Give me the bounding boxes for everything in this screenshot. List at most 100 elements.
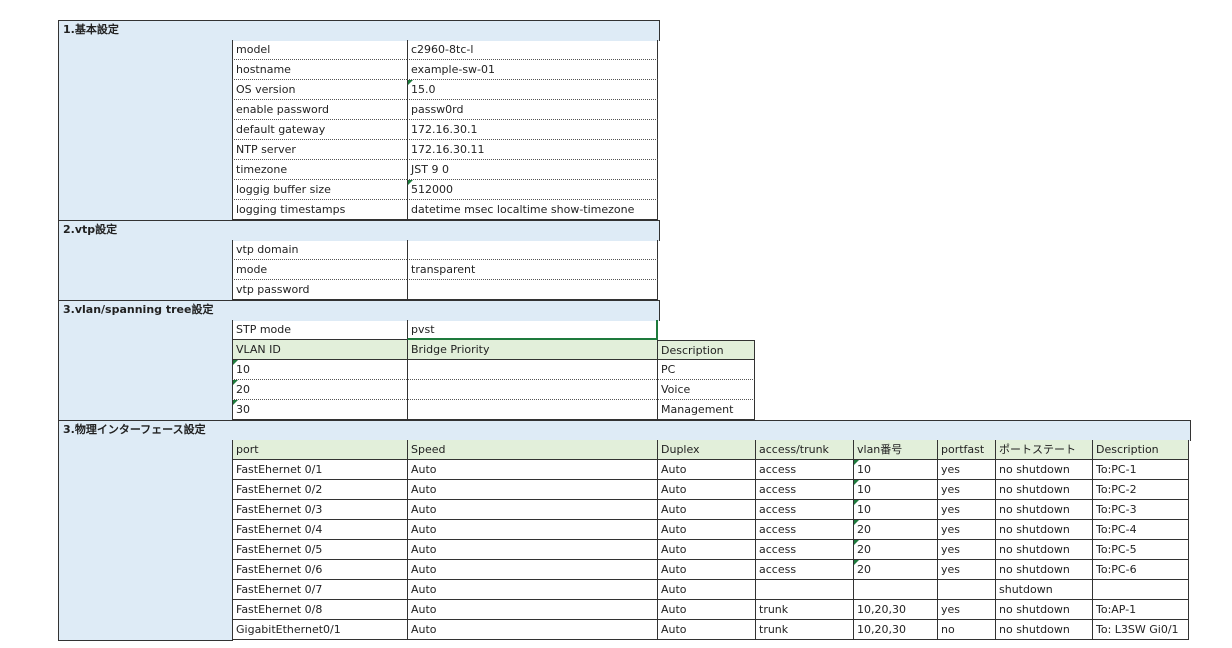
iface-cell[interactable]: Auto: [407, 540, 657, 560]
iface-cell[interactable]: GigabitEthernet0/1: [232, 620, 407, 640]
iface-cell[interactable]: access: [755, 500, 853, 520]
basic-value-cell[interactable]: JST 9 0: [407, 160, 658, 180]
iface-cell[interactable]: To:PC-2: [1092, 480, 1189, 500]
iface-cell[interactable]: shutdown: [995, 580, 1092, 600]
iface-cell[interactable]: yes: [937, 520, 995, 540]
basic-value-cell[interactable]: 512000: [407, 180, 658, 200]
iface-cell[interactable]: yes: [937, 540, 995, 560]
iface-cell[interactable]: Auto: [657, 580, 755, 600]
iface-cell[interactable]: Auto: [407, 480, 657, 500]
basic-key-cell[interactable]: NTP server: [232, 140, 407, 160]
stp-mode-value[interactable]: pvst: [407, 320, 658, 340]
iface-cell[interactable]: access: [755, 460, 853, 480]
vtp-key-cell[interactable]: vtp domain: [232, 240, 407, 260]
iface-cell[interactable]: no shutdown: [995, 560, 1092, 580]
iface-cell[interactable]: To:PC-4: [1092, 520, 1189, 540]
iface-cell[interactable]: Auto: [407, 500, 657, 520]
iface-cell[interactable]: Auto: [657, 560, 755, 580]
iface-cell[interactable]: trunk: [755, 620, 853, 640]
basic-key-cell[interactable]: enable password: [232, 100, 407, 120]
iface-cell[interactable]: 10,20,30: [853, 620, 937, 640]
iface-cell[interactable]: Auto: [657, 620, 755, 640]
stp-description-cell[interactable]: Voice: [657, 380, 755, 400]
iface-cell[interactable]: no shutdown: [995, 500, 1092, 520]
iface-cell[interactable]: To:PC-1: [1092, 460, 1189, 480]
iface-cell[interactable]: Auto: [657, 520, 755, 540]
stp-description-cell[interactable]: PC: [657, 360, 755, 380]
iface-cell[interactable]: FastEhernet 0/7: [232, 580, 407, 600]
iface-cell[interactable]: yes: [937, 500, 995, 520]
iface-cell[interactable]: Auto: [407, 600, 657, 620]
iface-cell[interactable]: FastEhernet 0/3: [232, 500, 407, 520]
iface-cell[interactable]: access: [755, 540, 853, 560]
iface-cell[interactable]: 10: [853, 480, 937, 500]
basic-key-cell[interactable]: OS version: [232, 80, 407, 100]
iface-cell[interactable]: no shutdown: [995, 600, 1092, 620]
iface-header-cell[interactable]: Description: [1092, 440, 1189, 460]
iface-cell[interactable]: no shutdown: [995, 540, 1092, 560]
iface-cell[interactable]: [755, 580, 853, 600]
iface-cell[interactable]: no shutdown: [995, 620, 1092, 640]
iface-cell[interactable]: Auto: [407, 460, 657, 480]
stp-priority-cell[interactable]: [407, 380, 657, 400]
iface-cell[interactable]: To:PC-5: [1092, 540, 1189, 560]
basic-key-cell[interactable]: hostname: [232, 60, 407, 80]
iface-cell[interactable]: 20: [853, 560, 937, 580]
iface-cell[interactable]: FastEhernet 0/6: [232, 560, 407, 580]
iface-cell[interactable]: To: L3SW Gi0/1: [1092, 620, 1189, 640]
iface-cell[interactable]: [1092, 580, 1189, 600]
vtp-value-cell[interactable]: [407, 280, 658, 300]
stp-vlan-id-cell[interactable]: 30: [232, 400, 407, 420]
iface-cell[interactable]: access: [755, 560, 853, 580]
stp-description-cell[interactable]: Management: [657, 400, 755, 420]
stp-vlan-id-cell[interactable]: 20: [232, 380, 407, 400]
iface-cell[interactable]: To:PC-3: [1092, 500, 1189, 520]
iface-cell[interactable]: 10,20,30: [853, 600, 937, 620]
iface-cell[interactable]: FastEhernet 0/5: [232, 540, 407, 560]
basic-value-cell[interactable]: datetime msec localtime show-timezone: [407, 200, 658, 220]
iface-cell[interactable]: Auto: [407, 580, 657, 600]
iface-cell[interactable]: 10: [853, 500, 937, 520]
basic-key-cell[interactable]: model: [232, 40, 407, 60]
vtp-value-cell[interactable]: transparent: [407, 260, 658, 280]
iface-cell[interactable]: FastEhernet 0/1: [232, 460, 407, 480]
stp-header-cell[interactable]: Bridge Priority: [407, 340, 657, 360]
iface-cell[interactable]: Auto: [657, 600, 755, 620]
iface-cell[interactable]: no shutdown: [995, 520, 1092, 540]
stp-priority-cell[interactable]: [407, 360, 657, 380]
iface-cell[interactable]: yes: [937, 600, 995, 620]
iface-cell[interactable]: yes: [937, 480, 995, 500]
iface-cell[interactable]: Auto: [657, 500, 755, 520]
stp-header-cell[interactable]: Description: [657, 340, 755, 360]
iface-cell[interactable]: Auto: [407, 560, 657, 580]
iface-header-cell[interactable]: vlan番号: [853, 440, 937, 460]
iface-cell[interactable]: FastEhernet 0/2: [232, 480, 407, 500]
iface-cell[interactable]: Auto: [407, 520, 657, 540]
iface-cell[interactable]: no shutdown: [995, 480, 1092, 500]
iface-cell[interactable]: FastEhernet 0/8: [232, 600, 407, 620]
iface-cell[interactable]: FastEhernet 0/4: [232, 520, 407, 540]
iface-cell[interactable]: To:PC-6: [1092, 560, 1189, 580]
iface-cell[interactable]: yes: [937, 460, 995, 480]
basic-value-cell[interactable]: c2960-8tc-l: [407, 40, 658, 60]
basic-value-cell[interactable]: example-sw-01: [407, 60, 658, 80]
iface-cell[interactable]: access: [755, 520, 853, 540]
basic-value-cell[interactable]: 15.0: [407, 80, 658, 100]
basic-key-cell[interactable]: default gateway: [232, 120, 407, 140]
iface-cell[interactable]: no: [937, 620, 995, 640]
stp-header-cell[interactable]: VLAN ID: [232, 340, 407, 360]
basic-value-cell[interactable]: passw0rd: [407, 100, 658, 120]
stp-vlan-id-cell[interactable]: 10: [232, 360, 407, 380]
iface-cell[interactable]: trunk: [755, 600, 853, 620]
iface-cell[interactable]: 10: [853, 460, 937, 480]
basic-value-cell[interactable]: 172.16.30.1: [407, 120, 658, 140]
iface-header-cell[interactable]: portfast: [937, 440, 995, 460]
basic-key-cell[interactable]: logging timestamps: [232, 200, 407, 220]
basic-key-cell[interactable]: timezone: [232, 160, 407, 180]
stp-mode-label[interactable]: STP mode: [232, 320, 407, 340]
iface-cell[interactable]: Auto: [407, 620, 657, 640]
iface-cell[interactable]: [937, 580, 995, 600]
iface-cell[interactable]: yes: [937, 560, 995, 580]
iface-cell[interactable]: [853, 580, 937, 600]
iface-cell[interactable]: Auto: [657, 460, 755, 480]
